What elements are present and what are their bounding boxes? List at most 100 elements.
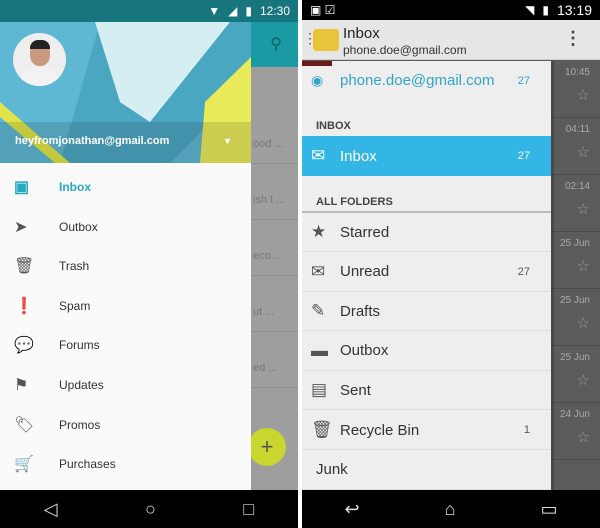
overflow-menu-icon[interactable]: ⋮ (564, 28, 582, 49)
folder-label: Outbox (340, 342, 389, 360)
wifi-icon: ◥ (525, 3, 535, 17)
account-email: phone.doe@gmail.com (340, 72, 495, 89)
folder-label: Junk (316, 461, 348, 479)
left-phone: ▼ ◢ ▮ 12:30 ⚲ ood ... ish I ... eco... ut .… (0, 0, 298, 528)
folder-outbox[interactable]: ▬ Outbox (302, 332, 551, 371)
drawer-item-updates[interactable]: ⚑ Updates (0, 365, 251, 405)
drawer-item-label: Purchases (59, 457, 116, 472)
email-time: 25 Jun (559, 352, 590, 363)
email-snippet: ood ... (253, 138, 284, 150)
folder-label: Sent (340, 381, 371, 399)
folder-label: Starred (340, 223, 390, 241)
drawer-item-label: Forums (59, 338, 100, 353)
drawer-item-outbox[interactable]: ➤ Outbox (0, 207, 251, 247)
star-icon[interactable]: ☆ (551, 86, 590, 104)
recents-icon[interactable]: ▭ (540, 499, 557, 520)
send-icon: ➤ (14, 218, 28, 236)
background-email-row: ut ... (251, 292, 298, 332)
drawer-item-promos[interactable]: 🏷 Promos (0, 405, 251, 445)
folder-inbox[interactable]: ✉ Inbox 27 (302, 136, 551, 176)
screen-title: Inbox (343, 25, 380, 42)
background-email-row: 10:45 ☆ (551, 61, 600, 118)
email-snippet: ish I ... (253, 194, 286, 206)
folder-junk[interactable]: Junk (302, 451, 551, 490)
home-icon[interactable]: ○ (145, 499, 156, 520)
email-time: 02:14 (564, 181, 590, 192)
mail-app-icon[interactable] (313, 29, 339, 51)
avatar[interactable] (13, 33, 66, 86)
background-email-row: 02:14 ☆ (551, 175, 600, 232)
back-icon[interactable]: ◁ (44, 499, 58, 520)
folder-starred[interactable]: ★ Starred (302, 213, 551, 252)
nav-bar: ◁ ○ □ (0, 490, 298, 528)
drawer-item-purchases[interactable]: 🛒 Purchases (0, 444, 251, 484)
drawer-item-label: Inbox (59, 180, 91, 194)
account-email[interactable]: heyfromjonathan@gmail.com (15, 135, 169, 147)
drawer-item-label: Spam (59, 298, 91, 313)
right-phone: ▣ ☑ ◥ ▮ 13:19 ⋮ Inbox phone.doe@gmail.co… (302, 0, 600, 528)
radio-selected-icon[interactable]: ◉ (302, 72, 340, 89)
account-dropdown-icon[interactable]: ▼ (223, 136, 232, 146)
outbox-icon: ▬ (311, 340, 328, 360)
email-time: 10:45 (564, 67, 590, 78)
envelope-icon: ✉ (311, 146, 326, 165)
background-email-row: ish I ... (251, 180, 298, 220)
folder-drafts[interactable]: ✎ Drafts (302, 292, 551, 332)
compose-fab[interactable]: + (248, 428, 286, 466)
star-icon[interactable]: ☆ (551, 371, 590, 389)
drawer-item-inbox[interactable]: ▣ Inbox (0, 167, 251, 207)
drafts-icon: ✎ (311, 301, 326, 321)
folder-sent[interactable]: ▤ Sent (302, 371, 551, 411)
star-icon: ★ (311, 222, 327, 241)
folder-label: Unread (340, 263, 390, 281)
recents-icon[interactable]: □ (243, 499, 254, 520)
background-email-row: 25 Jun ☆ (551, 346, 600, 403)
email-time: 25 Jun (559, 295, 590, 306)
drawer-item-label: Outbox (59, 219, 98, 234)
unread-icon: ✉ (311, 261, 326, 281)
cart-icon: 🛒 (14, 456, 34, 474)
star-icon[interactable]: ☆ (551, 314, 590, 332)
sent-icon: ▤ (311, 380, 328, 400)
drawer-item-label: Trash (59, 259, 90, 274)
inbox-section-header: INBOX (316, 120, 351, 132)
spam-icon: ❗ (14, 297, 34, 315)
background-email-row: 04:11 ☆ (551, 118, 600, 175)
drawer-item-trash[interactable]: 🗑 Trash (0, 246, 251, 286)
account-count: 27 (517, 74, 530, 87)
status-bar: ▣ ☑ ◥ ▮ 13:19 (302, 0, 600, 20)
email-snippet: ut ... (253, 306, 275, 318)
action-bar: ⋮ Inbox phone.doe@gmail.com ⋮ (302, 20, 600, 60)
email-time: 25 Jun (559, 238, 590, 249)
home-icon[interactable]: ⌂ (445, 499, 456, 520)
wifi-icon: ▼ (208, 4, 221, 18)
drawer-item-spam[interactable]: ❗ Spam (0, 286, 251, 326)
folder-unread[interactable]: ✉ Unread 27 (302, 253, 551, 292)
trash-icon: 🗑 (311, 420, 333, 439)
flag-icon: ⚑ (14, 377, 29, 394)
screen-subtitle: phone.doe@gmail.com (343, 43, 467, 57)
folder-label: Inbox (340, 147, 377, 165)
app-bar: ⚲ (251, 22, 298, 67)
star-icon[interactable]: ☆ (551, 200, 590, 218)
battery-icon: ▮ (542, 3, 549, 17)
folder-recycle-bin[interactable]: 🗑 Recycle Bin 1 (302, 411, 551, 450)
star-icon[interactable]: ☆ (551, 428, 590, 446)
email-time: 04:11 (565, 124, 590, 135)
back-icon[interactable]: ↩ (345, 499, 360, 520)
tag-icon: 🏷 (14, 416, 35, 434)
search-icon[interactable]: ⚲ (270, 34, 282, 54)
status-bar: ▼ ◢ ▮ 12:30 (0, 0, 298, 22)
drawer-item-label: Updates (59, 378, 104, 392)
account-item[interactable]: ◉ phone.doe@gmail.com 27 (302, 61, 551, 100)
all-folders-section-header: ALL FOLDERS (316, 196, 393, 208)
background-email-row: 25 Jun ☆ (551, 289, 600, 346)
star-icon[interactable]: ☆ (551, 143, 590, 161)
inbox-icon: ▣ (14, 179, 30, 196)
drawer-item-forums[interactable]: 💬 Forums (0, 325, 251, 365)
clock: 13:19 (556, 2, 592, 18)
star-icon[interactable]: ☆ (551, 257, 590, 275)
folder-count: 27 (517, 150, 530, 162)
background-email-row: ood ... (251, 124, 298, 164)
folder-count: 1 (523, 424, 530, 436)
